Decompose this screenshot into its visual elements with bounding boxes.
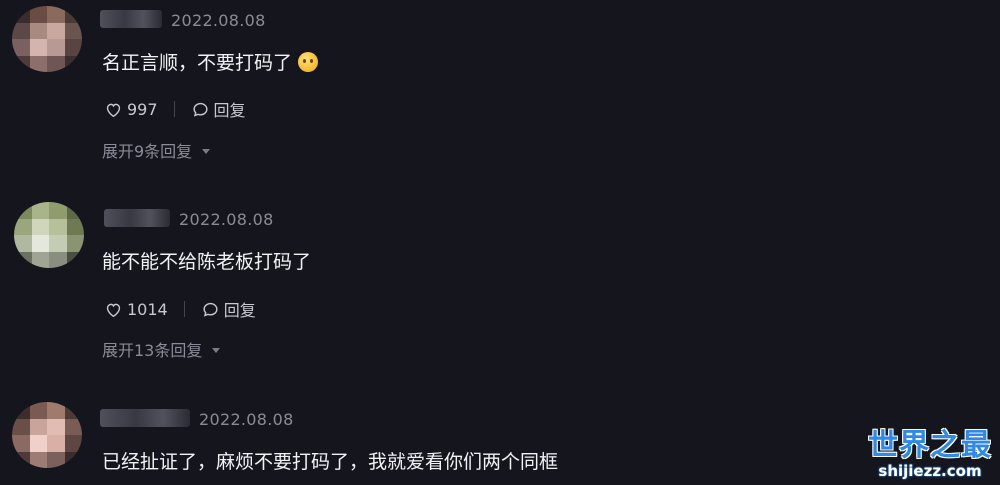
expand-replies-button[interactable]: 展开9条回复 — [102, 138, 211, 162]
username-blurred[interactable] — [100, 409, 190, 427]
avatar[interactable] — [14, 202, 84, 268]
avatar[interactable] — [12, 402, 82, 468]
expand-replies-button[interactable]: 展开13条回复 — [102, 337, 221, 361]
expand-replies-label: 展开9条回复 — [102, 142, 193, 161]
expand-replies-label: 展开13条回复 — [102, 341, 203, 360]
watermark-title: 世界之最 — [868, 428, 992, 463]
thinking-emoji-icon — [298, 52, 319, 72]
heart-icon — [106, 103, 121, 117]
comment-text-content: 名正言顺，不要打码了 — [102, 52, 293, 74]
like-button[interactable]: 1014 — [104, 300, 168, 319]
like-button[interactable]: 997 — [104, 100, 158, 119]
comment-bubble-icon — [193, 102, 208, 117]
comment-text: 能不能不给陈老板打码了 — [102, 251, 312, 273]
comment-date: 2022.08.08 — [179, 210, 274, 229]
comment-text: 已经扯证了，麻烦不要打码了，我就爱看你们两个同框 — [102, 451, 559, 473]
reply-label: 回复 — [213, 101, 246, 120]
reply-button[interactable]: 回复 — [191, 97, 246, 121]
watermark-url: shijiezz.com — [878, 462, 982, 480]
reply-button[interactable]: 回复 — [201, 297, 256, 321]
username-blurred[interactable] — [100, 10, 162, 28]
avatar[interactable] — [12, 6, 82, 72]
caret-down-icon — [212, 347, 221, 353]
reply-label: 回复 — [223, 301, 256, 320]
comment-list: 2022.08.08 名正言顺，不要打码了 997 回复 展开9条回复 2022… — [0, 0, 1000, 485]
divider — [173, 101, 175, 117]
like-count: 997 — [127, 99, 158, 119]
divider — [183, 301, 185, 317]
heart-icon — [106, 303, 121, 317]
comment-bubble-icon — [203, 302, 218, 317]
comment-date: 2022.08.08 — [199, 410, 294, 429]
caret-down-icon — [202, 148, 211, 154]
comment-text: 名正言顺，不要打码了 — [102, 48, 319, 75]
site-watermark: 世界之最 shijiezz.com — [868, 428, 992, 480]
username-blurred[interactable] — [104, 209, 170, 227]
like-count: 1014 — [127, 299, 168, 319]
comment-actions: 997 回复 — [104, 97, 246, 121]
comment-date: 2022.08.08 — [171, 11, 266, 30]
comment-actions: 1014 回复 — [104, 297, 256, 321]
